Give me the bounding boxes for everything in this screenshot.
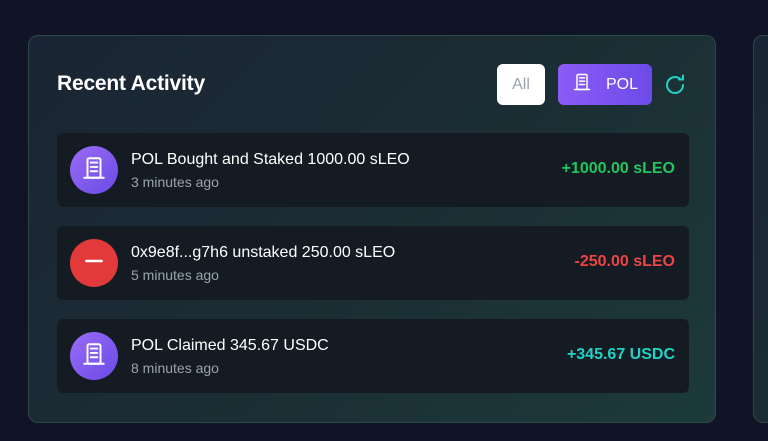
- refresh-icon[interactable]: [663, 73, 687, 97]
- activity-amount: +1000.00 sLEO: [561, 160, 675, 177]
- activity-avatar: [70, 332, 118, 380]
- activity-amount: +345.67 USDC: [566, 346, 675, 363]
- recent-activity-card: Recent Activity All POL POL Bought and S…: [28, 35, 716, 423]
- activity-text: POL Bought and Staked 1000.00 sLEO: [131, 151, 410, 168]
- minus-icon: [81, 248, 107, 279]
- activity-avatar: [70, 239, 118, 287]
- activity-text: 0x9e8f...g7h6 unstaked 250.00 sLEO: [131, 244, 396, 261]
- adjacent-card-edge: [753, 35, 768, 423]
- filter-all-button[interactable]: All: [497, 64, 545, 105]
- activity-time: 3 minutes ago: [131, 174, 219, 190]
- activity-avatar: [70, 146, 118, 194]
- activity-amount: -250.00 sLEO: [574, 253, 676, 270]
- building-icon: [81, 341, 107, 372]
- card-title: Recent Activity: [57, 72, 205, 95]
- page: Recent Activity All POL POL Bought and S…: [0, 0, 768, 441]
- activity-text: POL Claimed 345.67 USDC: [131, 337, 329, 354]
- building-icon: [81, 155, 107, 186]
- filter-pol-label: POL: [605, 75, 638, 93]
- filter-pol-button[interactable]: POL: [558, 64, 652, 105]
- activity-time: 8 minutes ago: [131, 360, 219, 376]
- activity-row: POL Claimed 345.67 USDC 8 minutes ago +3…: [57, 319, 689, 393]
- filter-all-label: All: [512, 75, 530, 93]
- activity-row: 0x9e8f...g7h6 unstaked 250.00 sLEO 5 min…: [57, 226, 689, 300]
- building-icon: [572, 72, 592, 97]
- activity-row: POL Bought and Staked 1000.00 sLEO 3 min…: [57, 133, 689, 207]
- activity-time: 5 minutes ago: [131, 267, 219, 283]
